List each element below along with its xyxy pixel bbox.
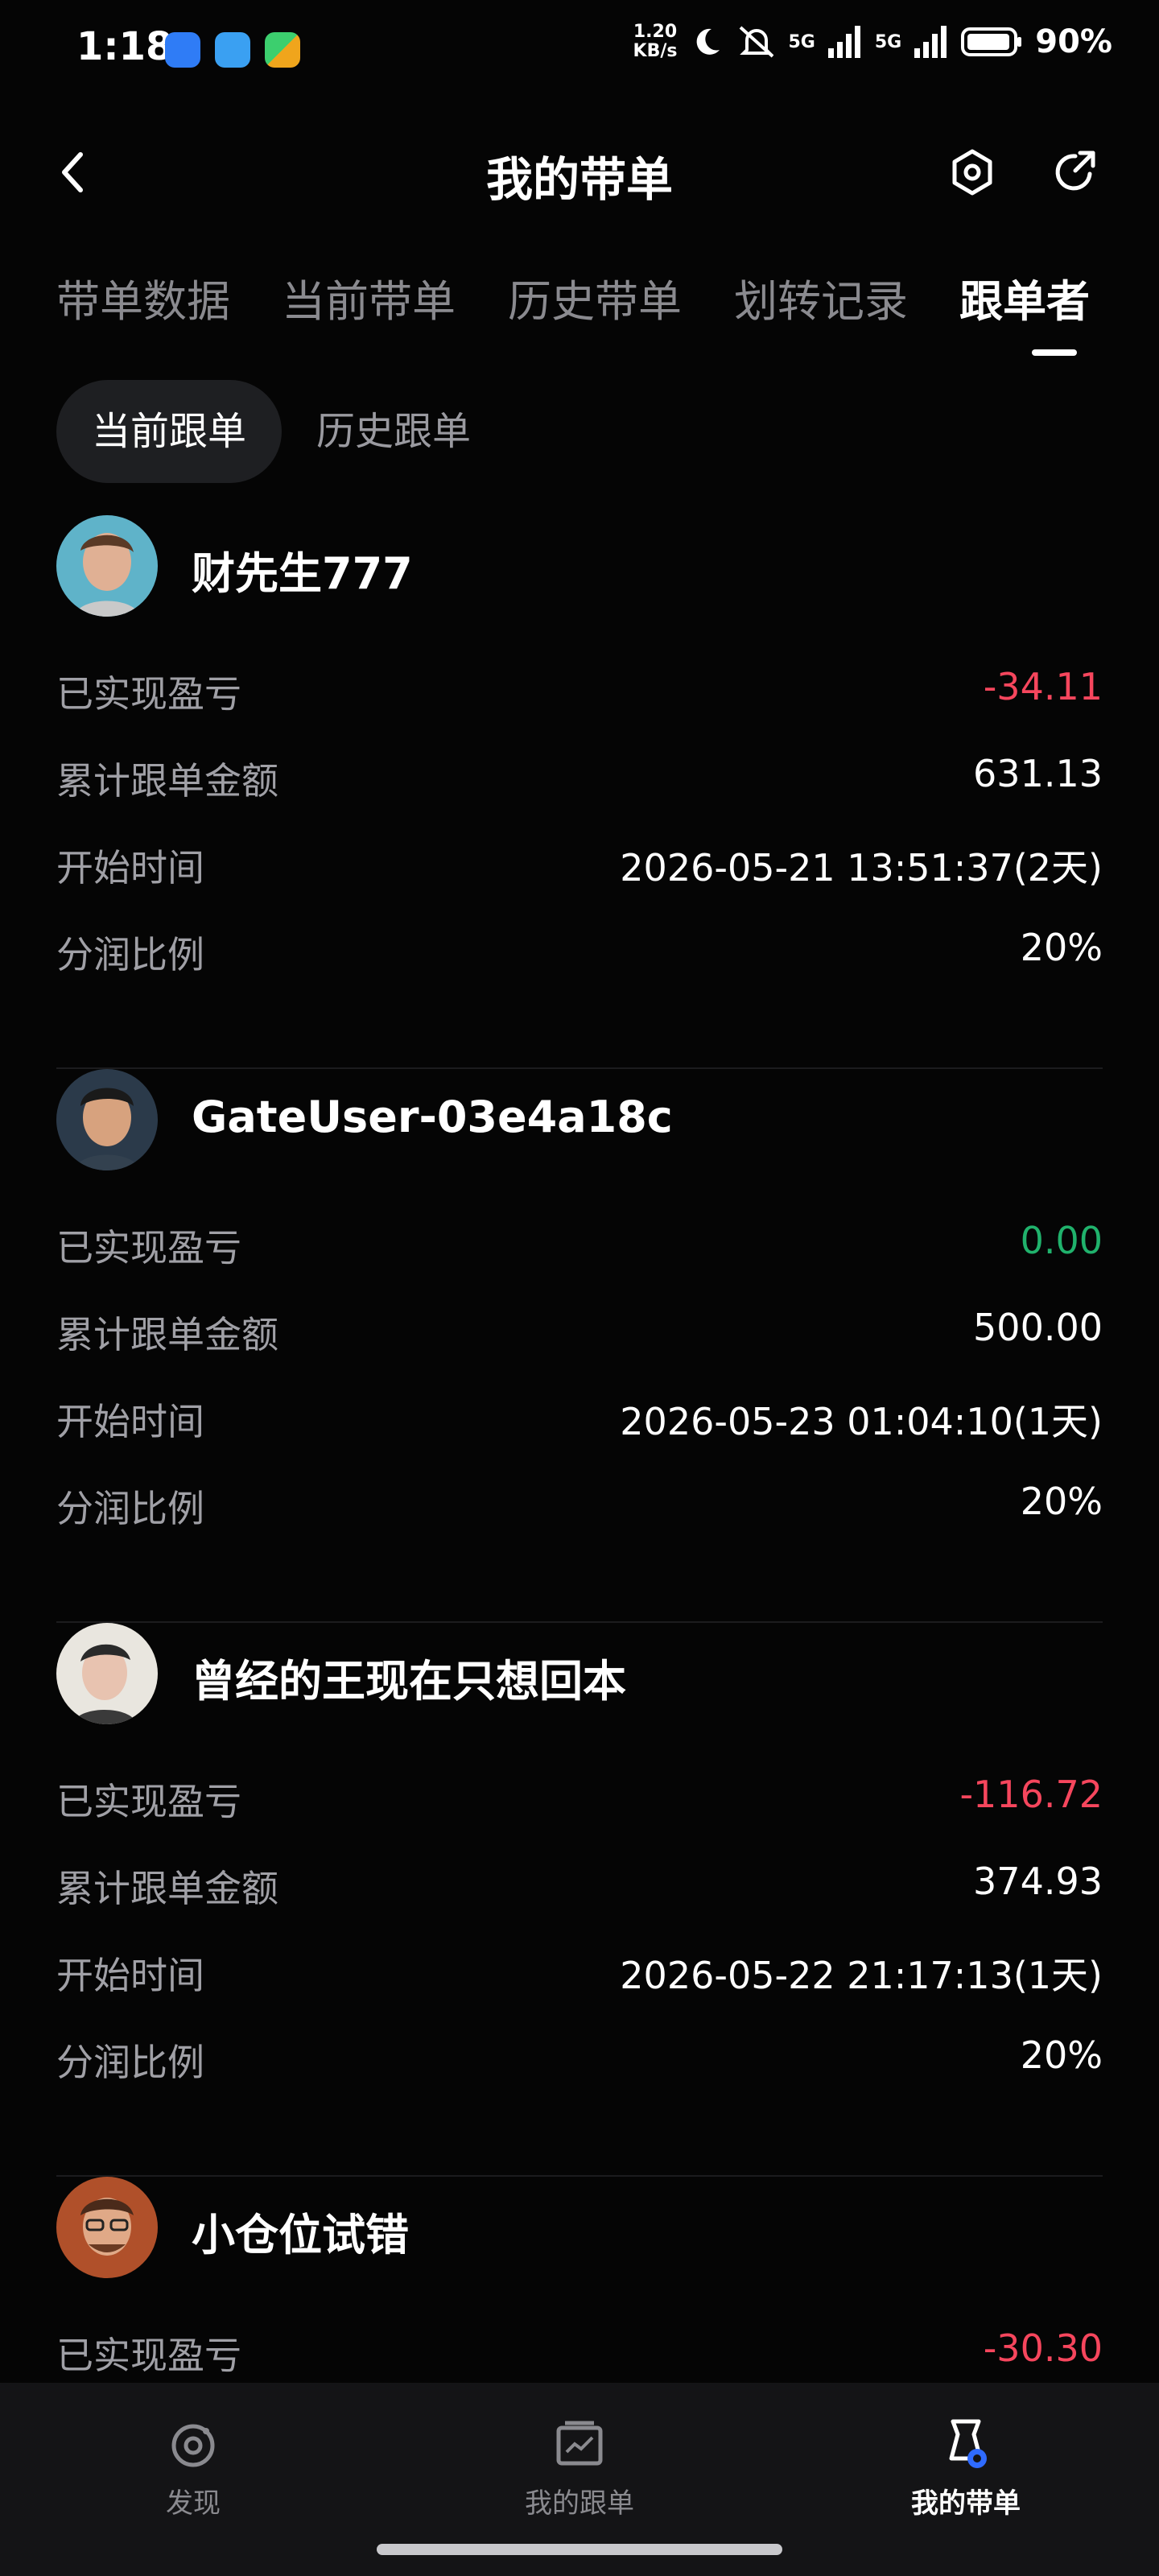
- value-total-amount: 500.00: [973, 1306, 1103, 1349]
- flag-badge-icon: [949, 2419, 987, 2468]
- signal-icon: [914, 26, 947, 58]
- status-bar: 1:18 1.20 KB/s 5G 5G 90%: [0, 0, 1159, 105]
- value-realized-pnl: -34.11: [983, 665, 1103, 708]
- signal-label-1: 5G: [788, 31, 815, 52]
- value-total-amount: 631.13: [973, 752, 1103, 795]
- tab-followers[interactable]: 跟单者: [959, 266, 1090, 329]
- value-profit-share: 20%: [1020, 926, 1103, 969]
- follower-name: 财先生777: [192, 548, 413, 599]
- status-app-icons: [165, 32, 300, 68]
- label-realized-pnl: 已实现盈亏: [56, 1780, 241, 1823]
- tab-bar: 带单数据 当前带单 历史带单 划转记录 跟单者: [0, 250, 1159, 362]
- row-profit-share: 分润比例 20%: [56, 2027, 1103, 2084]
- mute-bell-icon: [739, 26, 773, 58]
- label-total-amount: 累计跟单金额: [56, 1313, 278, 1356]
- discover-icon: [171, 2424, 215, 2467]
- row-start-time: 开始时间 2026-05-21 13:51:37(2天): [56, 832, 1103, 890]
- row-start-time: 开始时间 2026-05-22 21:17:13(1天): [56, 1940, 1103, 1997]
- follower-name: 曾经的王现在只想回本: [192, 1656, 626, 1707]
- row-profit-share: 分润比例 20%: [56, 919, 1103, 976]
- value-realized-pnl: -116.72: [959, 1773, 1103, 1816]
- app-notification-icon: [215, 32, 250, 68]
- app-notification-icon: [265, 32, 300, 68]
- nav-label: 我的跟单: [525, 2487, 634, 2520]
- value-realized-pnl: -30.30: [983, 2326, 1103, 2370]
- label-profit-share: 分润比例: [56, 933, 204, 976]
- settings-icon[interactable]: [947, 147, 998, 198]
- avatar: [56, 2177, 158, 2278]
- follower-card[interactable]: 曾经的王现在只想回本 已实现盈亏 -116.72 累计跟单金额 374.93 开…: [56, 1623, 1103, 2177]
- label-start-time: 开始时间: [56, 1954, 204, 1997]
- tab-current-copy[interactable]: 当前带单: [282, 266, 456, 329]
- moon-icon: [696, 28, 720, 55]
- nav-label: 发现: [166, 2487, 221, 2520]
- follower-name: 小仓位试错: [192, 2210, 409, 2260]
- avatar: [56, 1069, 158, 1170]
- value-start-time: 2026-05-21 13:51:37(2天): [620, 846, 1103, 890]
- row-realized-pnl: 已实现盈亏 -30.30: [56, 2320, 1103, 2377]
- label-start-time: 开始时间: [56, 846, 204, 890]
- battery-percent: 90%: [1035, 23, 1112, 60]
- tab-history-copy[interactable]: 历史带单: [508, 266, 682, 329]
- label-realized-pnl: 已实现盈亏: [56, 2334, 241, 2377]
- signal-icon: [827, 26, 860, 58]
- app-notification-icon: [165, 32, 200, 68]
- value-realized-pnl: 0.00: [1020, 1219, 1103, 1262]
- value-profit-share: 20%: [1020, 2033, 1103, 2077]
- value-total-amount: 374.93: [973, 1860, 1103, 1903]
- row-start-time: 开始时间 2026-05-23 01:04:10(1天): [56, 1386, 1103, 1443]
- label-start-time: 开始时间: [56, 1400, 204, 1443]
- avatar: [56, 515, 158, 617]
- row-total-amount: 累计跟单金额 374.93: [56, 1853, 1103, 1910]
- follower-card[interactable]: 小仓位试错 已实现盈亏 -30.30: [56, 2177, 1103, 2383]
- header: 我的带单: [0, 121, 1159, 225]
- segment-current-followers[interactable]: 当前跟单: [56, 380, 282, 483]
- row-realized-pnl: 已实现盈亏 0.00: [56, 1212, 1103, 1269]
- nav-label: 我的带单: [911, 2487, 1021, 2520]
- share-icon[interactable]: [1048, 147, 1099, 198]
- nav-discover[interactable]: 发现: [97, 2415, 290, 2520]
- follower-card[interactable]: 财先生777 已实现盈亏 -34.11 累计跟单金额 631.13 开始时间 2…: [56, 515, 1103, 1069]
- battery-icon: [961, 27, 1022, 56]
- row-realized-pnl: 已实现盈亏 -34.11: [56, 658, 1103, 716]
- label-realized-pnl: 已实现盈亏: [56, 672, 241, 716]
- follower-card[interactable]: GateUser-03e4a18c 已实现盈亏 0.00 累计跟单金额 500.…: [56, 1069, 1103, 1623]
- network-speed-value: 1.20: [633, 22, 678, 42]
- chart-folder-icon: [556, 2421, 603, 2466]
- row-realized-pnl: 已实现盈亏 -116.72: [56, 1766, 1103, 1823]
- follower-name: GateUser-03e4a18c: [192, 1092, 673, 1142]
- nav-my-copy[interactable]: 我的跟单: [483, 2415, 676, 2520]
- value-profit-share: 20%: [1020, 1480, 1103, 1523]
- network-speed: 1.20 KB/s: [633, 23, 678, 61]
- label-profit-share: 分润比例: [56, 2041, 204, 2084]
- nav-my-lead[interactable]: 我的带单: [869, 2415, 1062, 2520]
- row-total-amount: 累计跟单金额 500.00: [56, 1299, 1103, 1356]
- value-start-time: 2026-05-22 21:17:13(1天): [620, 1954, 1103, 1997]
- signal-label-2: 5G: [874, 31, 902, 52]
- status-right: 1.20 KB/s 5G 5G 90%: [633, 23, 1112, 61]
- tab-transfer-records[interactable]: 划转记录: [734, 266, 908, 329]
- segment-history-followers[interactable]: 历史跟单: [316, 380, 471, 483]
- avatar: [56, 1623, 158, 1724]
- row-profit-share: 分润比例 20%: [56, 1473, 1103, 1530]
- label-realized-pnl: 已实现盈亏: [56, 1226, 241, 1269]
- screen: 1:18 1.20 KB/s 5G 5G 90% 我的带单 带单数据 当前带单 …: [0, 0, 1159, 2576]
- label-total-amount: 累计跟单金额: [56, 759, 278, 803]
- status-time: 1:18: [76, 24, 173, 69]
- network-speed-unit: KB/s: [633, 41, 678, 61]
- tab-active-indicator: [1032, 349, 1077, 356]
- row-total-amount: 累计跟单金额 631.13: [56, 745, 1103, 803]
- label-profit-share: 分润比例: [56, 1487, 204, 1530]
- home-indicator[interactable]: [377, 2544, 782, 2555]
- tab-copy-data[interactable]: 带单数据: [56, 266, 230, 329]
- value-start-time: 2026-05-23 01:04:10(1天): [620, 1400, 1103, 1443]
- label-total-amount: 累计跟单金额: [56, 1867, 278, 1910]
